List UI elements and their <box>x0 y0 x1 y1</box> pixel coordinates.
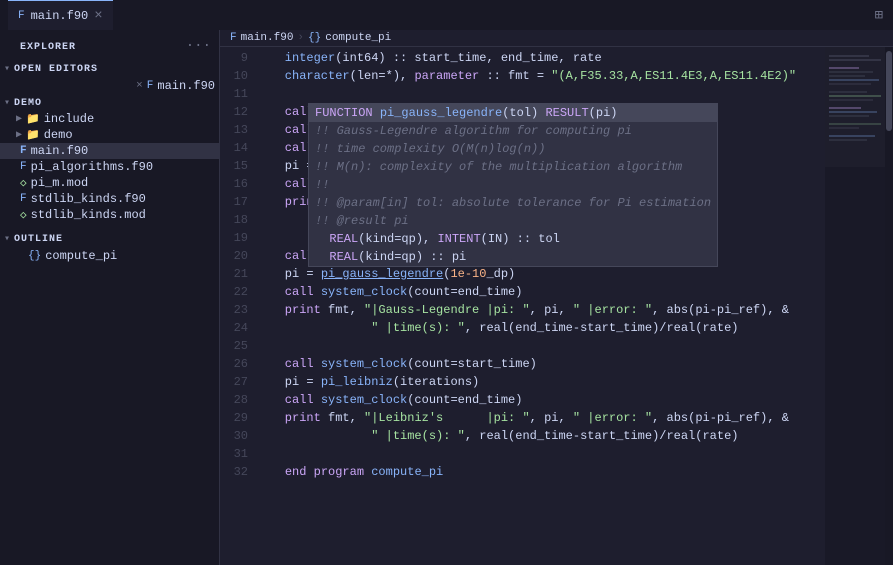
line-numbers: 91011 121314 151617 181920 212223 242526… <box>220 47 256 565</box>
code-line: pi = pi_gauss_legendre(1e-10_dp) <box>256 265 825 283</box>
chevron-down-icon-demo: ▾ <box>4 97 10 109</box>
compute-pi-label: compute_pi <box>45 249 117 263</box>
sidebar-item-include[interactable]: ▶ 📁 include <box>0 111 219 127</box>
outline-section: ▾ OUTLINE {} compute_pi <box>0 231 219 265</box>
main-f90-label: main.f90 <box>31 144 89 158</box>
chevron-right-icon: ▶ <box>16 113 22 125</box>
breadcrumb-file[interactable]: F <box>230 32 237 44</box>
file-type-icon-stdlib-f90: F <box>20 193 27 205</box>
code-line <box>256 85 825 103</box>
code-line: pi = pi_leibniz(iterations) <box>256 373 825 391</box>
code-line: end program compute_pi <box>256 463 825 481</box>
split-editor-icon[interactable]: ⊞ <box>873 5 885 26</box>
pi-algorithms-label: pi_algorithms.f90 <box>31 160 153 174</box>
outline-function-icon: {} <box>28 250 41 262</box>
popup-line-7: !! @result pi <box>309 212 717 230</box>
popup-line-3: !! time complexity O(M(n)log(n)) <box>309 140 717 158</box>
stdlib-mod-label: stdlib_kinds.mod <box>31 208 146 222</box>
code-line: " |time(s): ", real(end_time-start_time)… <box>256 427 825 445</box>
code-line: call system_clock(count=end_time) <box>256 283 825 301</box>
code-line: call system_clock(count=start_time) <box>256 355 825 373</box>
sidebar-item-pi-algorithms[interactable]: F pi_algorithms.f90 <box>0 159 219 175</box>
popup-line-4: !! M(n): complexity of the multiplicatio… <box>309 158 717 176</box>
chevron-right-icon-demo: ▶ <box>16 129 22 141</box>
demo-folder-label: demo <box>44 128 73 142</box>
sidebar-item-stdlib-mod[interactable]: ◇ stdlib_kinds.mod <box>0 207 219 223</box>
pi-m-mod-label: pi_m.mod <box>31 176 89 190</box>
stdlib-f90-label: stdlib_kinds.f90 <box>31 192 146 206</box>
tab-filename: main.f90 <box>31 9 89 23</box>
sidebar-title: EXPLORER <box>8 34 88 57</box>
demo-label: DEMO <box>14 98 42 109</box>
autocomplete-popup: FUNCTION pi_gauss_legendre(tol) RESULT(p… <box>308 103 718 267</box>
outline-header[interactable]: ▾ OUTLINE <box>0 231 219 247</box>
title-right-icons: ⊞ <box>873 5 885 26</box>
tab-main-f90[interactable]: F main.f90 × <box>8 0 113 30</box>
code-editor[interactable]: 91011 121314 151617 181920 212223 242526… <box>220 47 893 565</box>
include-folder-label: include <box>44 112 94 126</box>
open-editor-item-main-f90[interactable]: × F main.f90 <box>0 77 219 95</box>
code-line: integer(int64) :: start_time, end_time, … <box>256 49 825 67</box>
tab-bar: F main.f90 × <box>8 0 113 30</box>
close-icon[interactable]: × <box>136 80 143 92</box>
outline-label: OUTLINE <box>14 234 63 245</box>
popup-line-6: !! @param[in] tol: absolute tolerance fo… <box>309 194 717 212</box>
folder-icon: 📁 <box>26 112 40 126</box>
demo-section: ▾ DEMO ▶ 📁 include ▶ 📁 demo F main.f90 <box>0 95 219 223</box>
popup-line-5: !! <box>309 176 717 194</box>
file-type-icon-mod1: ◇ <box>20 176 27 190</box>
open-editor-filename: main.f90 <box>157 79 215 93</box>
code-line: print fmt, "|Leibniz's |pi: ", pi, " |er… <box>256 409 825 427</box>
sidebar-more-icon[interactable]: ··· <box>186 38 211 54</box>
file-type-icon-pi-alg: F <box>20 161 27 173</box>
code-line <box>256 337 825 355</box>
popup-line-1: FUNCTION pi_gauss_legendre(tol) RESULT(p… <box>309 104 717 122</box>
tab-close-icon[interactable]: × <box>94 9 102 23</box>
tab-file-icon: F <box>18 10 25 22</box>
file-type-icon-f90: F <box>20 145 27 157</box>
sidebar-item-pi-m-mod[interactable]: ◇ pi_m.mod <box>0 175 219 191</box>
chevron-down-icon: ▾ <box>4 63 10 75</box>
sidebar-item-demo[interactable]: ▶ 📁 demo <box>0 127 219 143</box>
chevron-down-icon-outline: ▾ <box>4 233 10 245</box>
folder-icon-demo: 📁 <box>26 128 40 142</box>
main-layout: EXPLORER ··· ▾ OPEN EDITORS × F main.f90… <box>0 30 893 565</box>
breadcrumb-function-name[interactable]: compute_pi <box>325 32 391 44</box>
open-editors-header[interactable]: ▾ OPEN EDITORS <box>0 61 219 77</box>
minimap-svg <box>825 47 885 565</box>
vertical-scrollbar[interactable] <box>885 47 893 565</box>
sidebar-item-stdlib-f90[interactable]: F stdlib_kinds.f90 <box>0 191 219 207</box>
breadcrumb: F main.f90 › {} compute_pi <box>220 30 893 47</box>
code-content[interactable]: integer(int64) :: start_time, end_time, … <box>256 47 825 565</box>
breadcrumb-filename[interactable]: main.f90 <box>241 32 294 44</box>
code-line: character(len=*), parameter :: fmt = "(A… <box>256 67 825 85</box>
popup-line-8: REAL(kind=qp), INTENT(IN) :: tol <box>309 230 717 248</box>
scroll-thumb[interactable] <box>886 51 892 131</box>
breadcrumb-function-icon: {} <box>308 32 321 44</box>
sidebar: EXPLORER ··· ▾ OPEN EDITORS × F main.f90… <box>0 30 220 565</box>
demo-section-header[interactable]: ▾ DEMO <box>0 95 219 111</box>
title-bar: F main.f90 × ⊞ <box>0 0 893 30</box>
breadcrumb-separator: › <box>297 32 304 44</box>
open-editors-section: ▾ OPEN EDITORS × F main.f90 <box>0 61 219 95</box>
code-line: " |time(s): ", real(end_time-start_time)… <box>256 319 825 337</box>
code-line: print fmt, "|Gauss-Legendre |pi: ", pi, … <box>256 301 825 319</box>
minimap <box>825 47 885 565</box>
code-line: call system_clock(count=end_time) <box>256 391 825 409</box>
open-editors-label: OPEN EDITORS <box>14 64 98 75</box>
sidebar-item-main-f90[interactable]: F main.f90 <box>0 143 219 159</box>
editor-area: F main.f90 › {} compute_pi 91011 121314 … <box>220 30 893 565</box>
popup-line-9: REAL(kind=qp) :: pi <box>309 248 717 266</box>
code-line <box>256 445 825 463</box>
popup-line-2: !! Gauss-Legendre algorithm for computin… <box>309 122 717 140</box>
file-icon-f90: F <box>147 80 154 92</box>
file-type-icon-mod2: ◇ <box>20 208 27 222</box>
outline-item-compute-pi[interactable]: {} compute_pi <box>0 247 219 265</box>
